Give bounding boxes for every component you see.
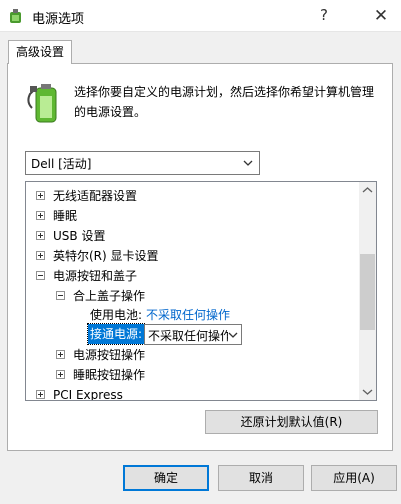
help-button[interactable]: ? xyxy=(320,6,328,24)
settings-tree[interactable]: 无线适配器设置 睡眠 USB 设置 英特尔(R) 显卡设置 电源按钮和盖子 合上… xyxy=(25,181,377,401)
window-title: 电源选项 xyxy=(32,12,85,27)
scrollbar-thumb[interactable] xyxy=(360,254,375,330)
expand-icon[interactable] xyxy=(36,211,45,220)
expand-icon[interactable] xyxy=(56,370,65,379)
expand-icon[interactable] xyxy=(36,191,45,200)
on-battery-label: 使用电池: xyxy=(90,308,143,322)
expand-icon[interactable] xyxy=(36,390,45,399)
close-button[interactable]: ✕ xyxy=(366,3,396,29)
plan-select-value: Dell [活动] xyxy=(31,157,92,171)
plugged-in-select[interactable]: 不采取任何操作 xyxy=(144,324,242,345)
expand-icon[interactable] xyxy=(36,251,45,260)
tree-scrollbar[interactable] xyxy=(359,182,376,400)
collapse-icon[interactable] xyxy=(36,271,45,280)
on-battery-value[interactable]: 不采取任何操作 xyxy=(146,305,230,325)
tab-advanced-settings[interactable]: 高级设置 xyxy=(8,40,72,64)
expand-icon[interactable] xyxy=(56,350,65,359)
apply-button[interactable]: 应用(A) xyxy=(311,465,397,491)
ok-button[interactable]: 确定 xyxy=(123,465,209,491)
chevron-down-icon xyxy=(228,331,238,339)
plugged-in-select-value: 不采取任何操作 xyxy=(148,329,233,343)
restore-defaults-button[interactable]: 还原计划默认值(R) xyxy=(205,410,378,434)
plan-select[interactable]: Dell [活动] xyxy=(25,151,260,175)
description-text: 选择你要自定义的电源计划，然后选择你希望计算机管理的电源设置。 xyxy=(74,85,375,119)
battery-plug-icon xyxy=(27,84,57,123)
scroll-down-icon[interactable] xyxy=(359,383,376,400)
collapse-icon[interactable] xyxy=(56,291,65,300)
scroll-up-icon[interactable] xyxy=(359,182,376,199)
cancel-button[interactable]: 取消 xyxy=(218,465,304,491)
power-options-icon xyxy=(10,9,21,23)
expand-icon[interactable] xyxy=(36,231,45,240)
chevron-down-icon xyxy=(243,160,253,166)
plugged-in-label: 接通电源: xyxy=(86,323,146,345)
title-bar: 电源选项 ? ✕ xyxy=(0,0,401,32)
